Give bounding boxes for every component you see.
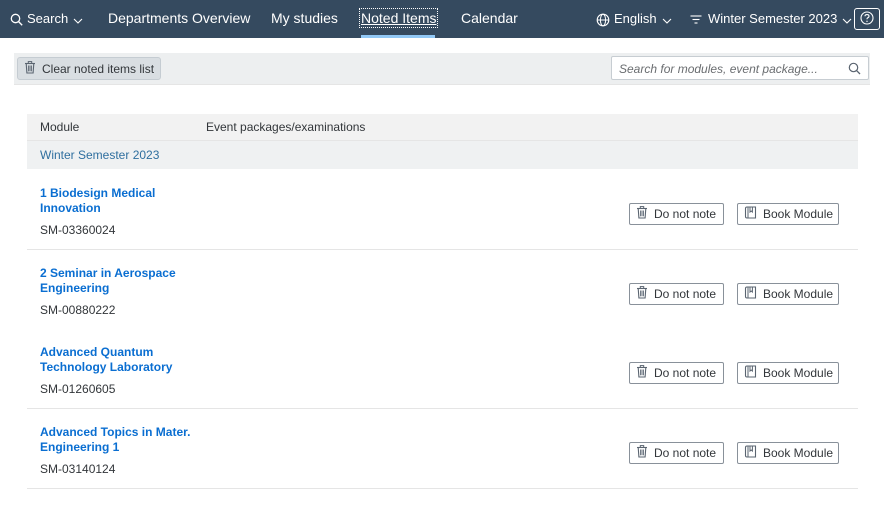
- semester-label: Winter Semester 2023: [708, 11, 838, 26]
- module-title-link[interactable]: Advanced Topics in Mater. Engineering 1: [40, 425, 210, 454]
- book-module-label: Book Module: [763, 366, 834, 380]
- book-module-label: Book Module: [763, 446, 834, 460]
- module-title-link[interactable]: 2 Seminar in Aerospace Engineering: [40, 266, 210, 295]
- table-row: Advanced Quantum Technology Laboratory S…: [27, 329, 858, 409]
- module-code: SM-00880222: [40, 303, 116, 317]
- filter-icon: [690, 11, 702, 26]
- nav-search-label: Search: [27, 11, 69, 26]
- chevron-down-icon: [73, 1, 83, 38]
- table-header: Module Event packages/examinations: [27, 114, 858, 141]
- nav-search-menu[interactable]: Search: [10, 0, 83, 38]
- table-row: 1 Biodesign Medical Innovation SM-033600…: [27, 170, 858, 250]
- do-not-note-label: Do not note: [654, 207, 717, 221]
- column-header-event-packages: Event packages/examinations: [206, 120, 366, 134]
- module-title-link[interactable]: 1 Biodesign Medical Innovation: [40, 186, 210, 215]
- language-selector[interactable]: English: [596, 0, 672, 38]
- book-module-button[interactable]: Book Module: [737, 283, 839, 305]
- module-code: SM-03360024: [40, 223, 116, 237]
- trash-icon: [636, 365, 648, 381]
- book-module-button[interactable]: Book Module: [737, 362, 839, 384]
- do-not-note-button[interactable]: Do not note: [629, 203, 724, 225]
- nav-my-studies[interactable]: My studies: [271, 0, 338, 38]
- semester-selector[interactable]: Winter Semester 2023: [690, 0, 852, 38]
- trash-icon: [636, 445, 648, 461]
- table-row: 2 Seminar in Aerospace Engineering SM-00…: [27, 250, 858, 330]
- nav-noted-items[interactable]: Noted Items: [358, 0, 439, 38]
- do-not-note-button[interactable]: Do not note: [629, 442, 724, 464]
- do-not-note-button[interactable]: Do not note: [629, 362, 724, 384]
- nav-departments-overview[interactable]: Departments Overview: [108, 0, 250, 38]
- do-not-note-label: Do not note: [654, 366, 717, 380]
- globe-icon: [596, 11, 610, 26]
- module-search-input[interactable]: [619, 60, 839, 77]
- trash-icon: [24, 60, 36, 77]
- group-header-row: Winter Semester 2023: [27, 141, 858, 169]
- column-header-module: Module: [40, 120, 80, 134]
- search-icon[interactable]: [848, 62, 861, 78]
- do-not-note-label: Do not note: [654, 287, 717, 301]
- do-not-note-button[interactable]: Do not note: [629, 283, 724, 305]
- language-label: English: [614, 11, 657, 26]
- book-icon: [744, 206, 757, 222]
- clear-noted-items-label: Clear noted items list: [42, 61, 155, 76]
- table-row: Advanced Topics in Mater. Engineering 1 …: [27, 409, 858, 489]
- book-icon: [744, 445, 757, 461]
- help-button[interactable]: [854, 8, 880, 30]
- module-search-field: [611, 56, 869, 80]
- book-module-label: Book Module: [763, 207, 834, 221]
- book-module-button[interactable]: Book Module: [737, 203, 839, 225]
- book-module-button[interactable]: Book Module: [737, 442, 839, 464]
- nav-noted-items-label: Noted Items: [358, 8, 439, 28]
- nav-calendar[interactable]: Calendar: [461, 0, 518, 38]
- noted-items-toolbar: Clear noted items list: [14, 53, 870, 85]
- trash-icon: [636, 286, 648, 302]
- active-tab-indicator: [361, 35, 435, 38]
- top-navigation-bar: Search Departments Overview My studies N…: [0, 0, 884, 38]
- do-not-note-label: Do not note: [654, 446, 717, 460]
- book-icon: [744, 365, 757, 381]
- chevron-down-icon: [842, 1, 852, 38]
- help-icon: [860, 10, 874, 28]
- trash-icon: [636, 206, 648, 222]
- clear-noted-items-button[interactable]: Clear noted items list: [17, 57, 162, 80]
- book-icon: [744, 286, 757, 302]
- module-code: SM-01260605: [40, 382, 116, 396]
- module-title-link[interactable]: Advanced Quantum Technology Laboratory: [40, 345, 210, 374]
- chevron-down-icon: [662, 1, 672, 38]
- group-label: Winter Semester 2023: [40, 148, 160, 162]
- module-code: SM-03140124: [40, 462, 116, 476]
- book-module-label: Book Module: [763, 287, 834, 301]
- search-icon: [10, 11, 23, 26]
